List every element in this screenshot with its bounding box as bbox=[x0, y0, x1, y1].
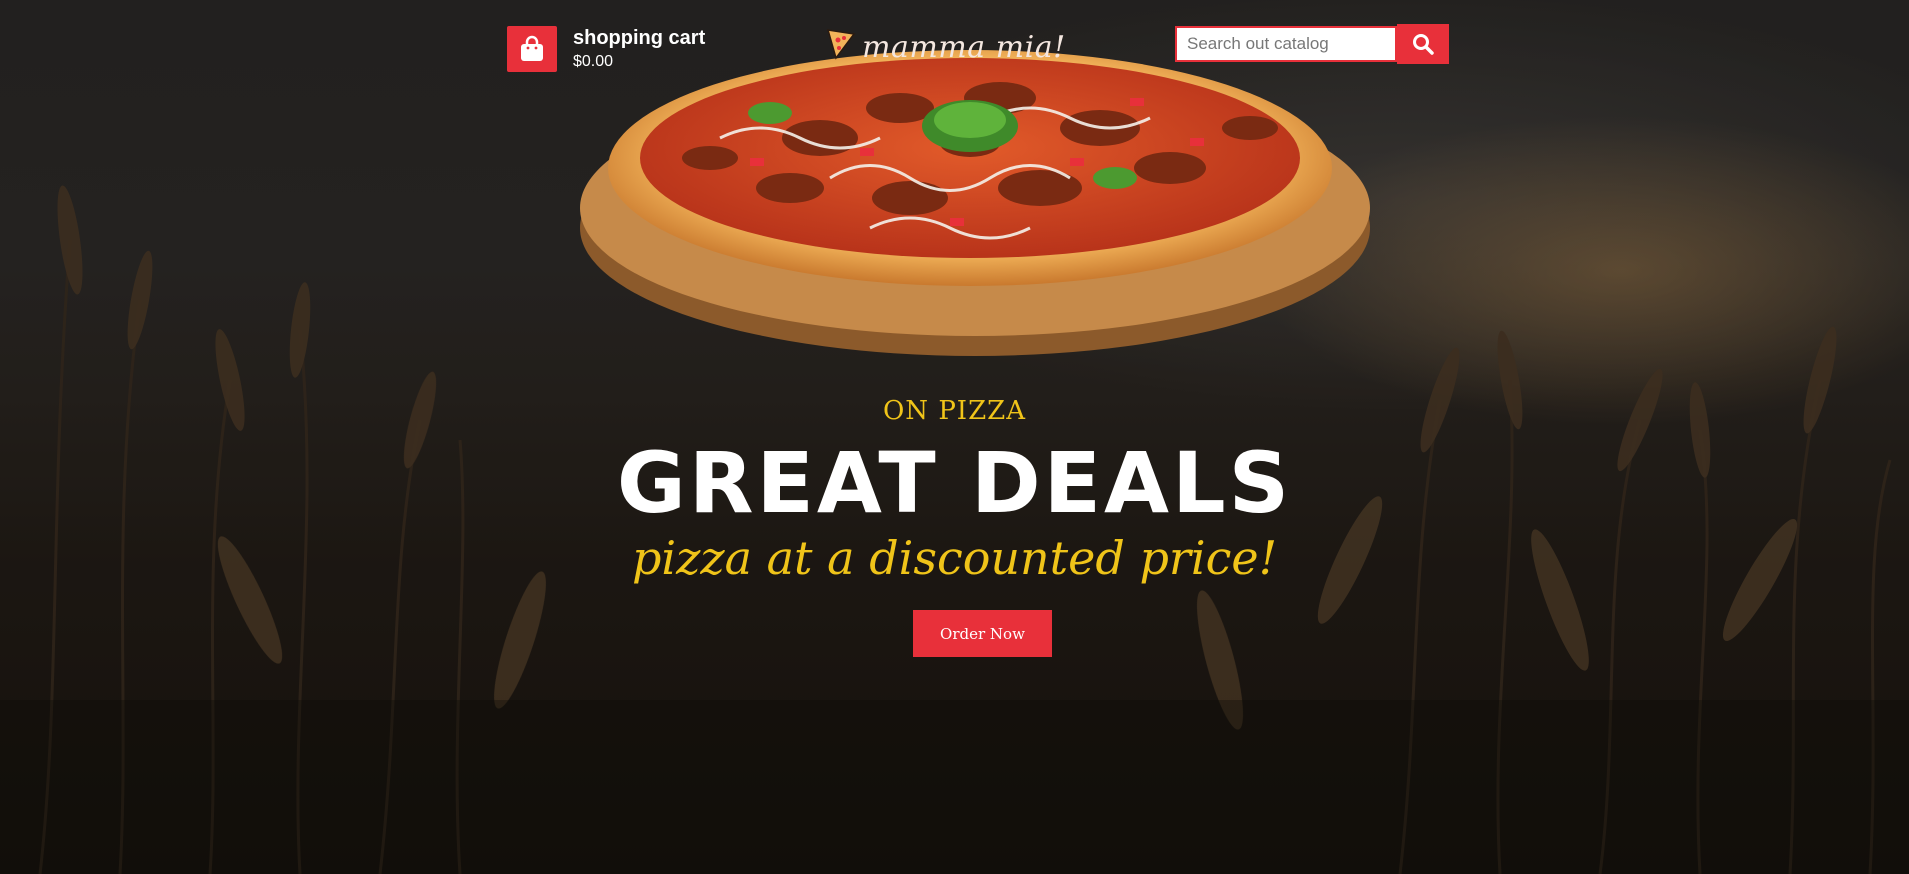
search-icon bbox=[1413, 34, 1434, 55]
order-now-button[interactable]: Order Now bbox=[913, 610, 1052, 657]
shopping-bag-icon[interactable] bbox=[507, 26, 557, 72]
hero-tagline: pizza at a discounted price! bbox=[631, 531, 1278, 585]
search-input[interactable] bbox=[1175, 26, 1397, 62]
pizza-image bbox=[580, 50, 1370, 356]
cart-total: $0.00 bbox=[573, 53, 614, 70]
search-bar bbox=[1175, 24, 1449, 64]
pizza-slice-icon bbox=[826, 29, 856, 60]
cart-text: shopping cart $0.00 bbox=[573, 26, 705, 72]
search-button[interactable] bbox=[1397, 24, 1449, 64]
logo-text: mamma mia! bbox=[862, 30, 1066, 65]
shopping-cart[interactable]: shopping cart $0.00 bbox=[507, 26, 705, 72]
hero-headline: GREAT DEALS bbox=[616, 434, 1293, 532]
site-logo[interactable]: mamma mia! bbox=[822, 26, 1065, 66]
cart-title[interactable]: shopping cart bbox=[573, 26, 705, 50]
hero-kicker: ON PIZZA bbox=[882, 396, 1026, 426]
